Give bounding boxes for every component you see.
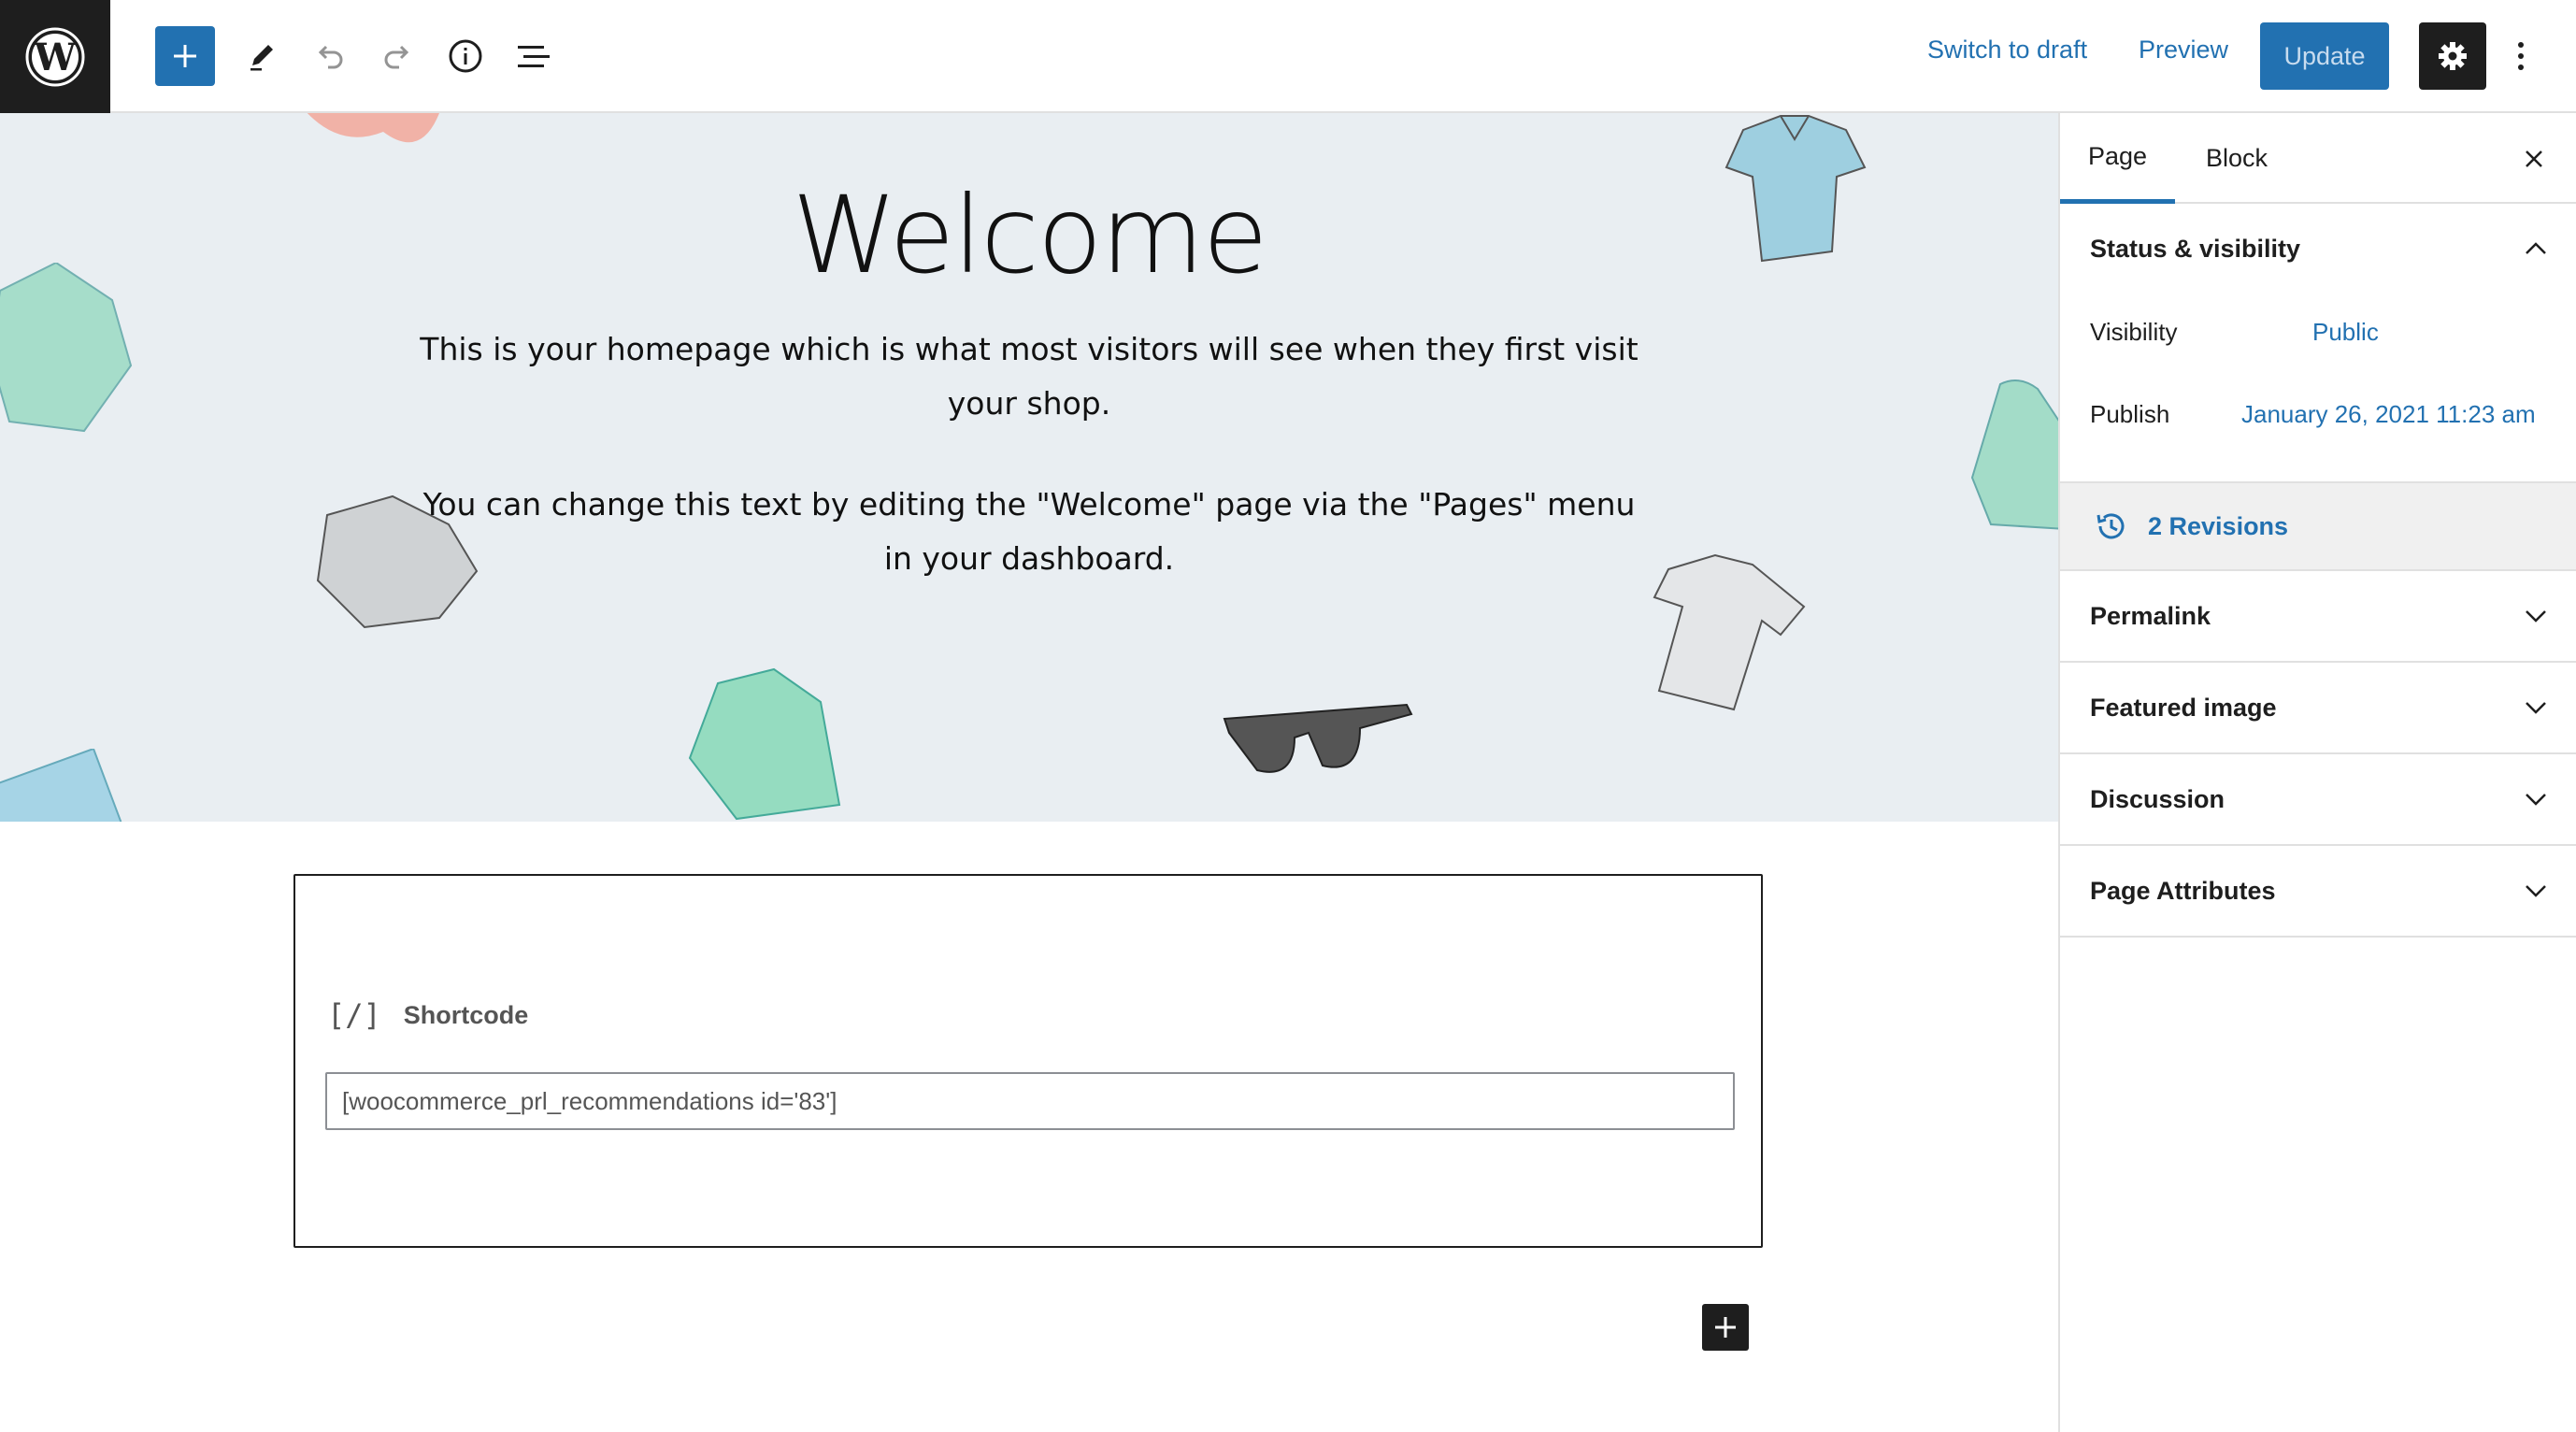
shortcode-block-label: [/] Shortcode [327, 997, 528, 1033]
chevron-down-icon [2526, 885, 2546, 897]
featured-image-panel[interactable]: Featured image [2060, 663, 2576, 754]
cover-heading[interactable]: Welcome [0, 173, 2058, 297]
discussion-panel[interactable]: Discussion [2060, 754, 2576, 846]
hoodie-illustration-icon [1970, 379, 2058, 530]
wordpress-logo-icon[interactable]: W [0, 0, 110, 113]
more-vertical-icon [2518, 42, 2524, 70]
info-icon [449, 39, 482, 73]
visibility-value-link[interactable]: Public [2312, 318, 2379, 347]
chevron-up-icon [2526, 242, 2546, 254]
undo-button[interactable] [297, 23, 363, 89]
details-button[interactable] [433, 23, 498, 89]
cover-block[interactable]: Welcome This is your homepage which is w… [0, 113, 2058, 822]
chevron-down-icon [2526, 702, 2546, 714]
options-button[interactable] [2488, 23, 2554, 89]
blue-garment-illustration-icon [0, 749, 122, 822]
redo-icon [384, 45, 409, 69]
status-visibility-toggle[interactable]: Status & visibility [2060, 204, 2576, 294]
permalink-title: Permalink [2090, 601, 2211, 630]
gear-icon [2439, 42, 2467, 70]
discussion-title: Discussion [2090, 784, 2225, 813]
block-inserter-button[interactable] [1702, 1304, 1749, 1351]
cover-paragraph-2[interactable]: You can change this text by editing the … [411, 478, 1647, 586]
chevron-down-icon [2526, 794, 2546, 806]
shortcode-label: Shortcode [403, 1000, 529, 1029]
editor-canvas: Welcome This is your homepage which is w… [0, 113, 2058, 1432]
chevron-down-icon [2526, 610, 2546, 623]
tab-block[interactable]: Block [2206, 113, 2268, 204]
redo-button[interactable] [365, 23, 430, 89]
history-icon [2097, 513, 2125, 539]
featured-image-title: Featured image [2090, 693, 2277, 722]
shortcode-block[interactable]: [/] Shortcode [293, 874, 1763, 1248]
settings-sidebar: Page Block Status & visibility Visibilit… [2058, 113, 2576, 1432]
status-visibility-title: Status & visibility [2090, 234, 2301, 263]
tshirt-illustration-icon [1653, 553, 1806, 711]
list-view-button[interactable] [500, 23, 565, 89]
revisions-label: 2 Revisions [2148, 511, 2289, 540]
page-attributes-panel[interactable]: Page Attributes [2060, 846, 2576, 938]
page-attributes-title: Page Attributes [2090, 876, 2276, 905]
svg-text:W: W [34, 36, 78, 79]
close-icon [2526, 150, 2542, 167]
sunglasses-illustration-icon [1223, 703, 1413, 773]
sidebar-tabs: Page Block [2060, 113, 2576, 204]
tools-button[interactable] [229, 23, 294, 89]
shirt-illustration-icon [688, 667, 841, 821]
visibility-label: Visibility [2090, 318, 2178, 346]
pencil-icon [250, 45, 273, 71]
update-button[interactable]: Update [2260, 22, 2389, 90]
plus-icon [174, 45, 196, 67]
editor-header: W Switch to draft Preview Update [0, 0, 2576, 113]
publish-label: Publish [2090, 400, 2170, 428]
preview-button[interactable]: Preview [2139, 36, 2228, 64]
shortcode-input[interactable] [325, 1072, 1735, 1130]
close-sidebar-button[interactable] [2511, 136, 2557, 182]
undo-icon [318, 45, 343, 69]
permalink-panel[interactable]: Permalink [2060, 571, 2576, 663]
plus-icon [1715, 1317, 1736, 1338]
tab-page[interactable]: Page [2060, 113, 2176, 204]
revisions-link[interactable]: 2 Revisions [2060, 483, 2576, 571]
switch-to-draft-button[interactable]: Switch to draft [1927, 36, 2087, 64]
add-block-button[interactable] [155, 26, 215, 86]
cover-paragraph-1[interactable]: This is your homepage which is what most… [411, 322, 1647, 431]
settings-button[interactable] [2419, 22, 2486, 90]
shortcode-icon: [/] [327, 997, 381, 1033]
list-view-icon [518, 46, 550, 67]
publish-date-link[interactable]: January 26, 2021 11:23 am [2241, 400, 2536, 429]
status-visibility-panel: Status & visibility Visibility Public Pu… [2060, 204, 2576, 483]
